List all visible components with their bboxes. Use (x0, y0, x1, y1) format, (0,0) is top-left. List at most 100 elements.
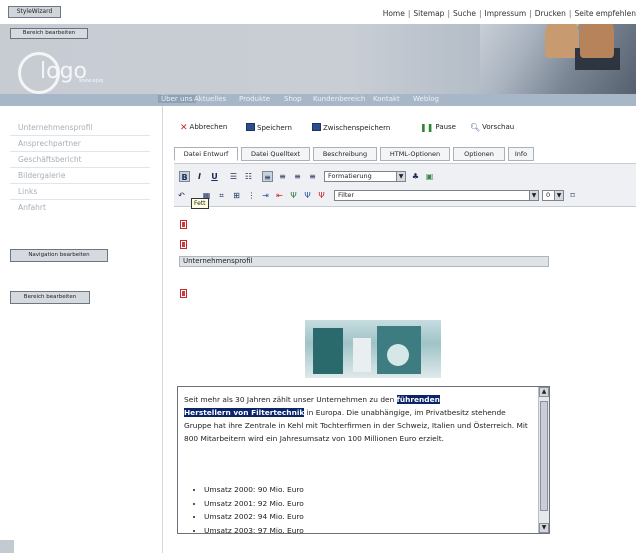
tab-options[interactable]: Optionen (453, 147, 505, 161)
site-header: Bereich bearbeiten logo www.epiq (0, 24, 636, 94)
delete-row-icon[interactable]: Ψ (302, 190, 313, 201)
preview-button[interactable]: 🔍︎ Vorschau (470, 123, 515, 132)
edit-marker-icon[interactable] (180, 220, 187, 229)
main-nav-products[interactable]: Produkte (239, 95, 270, 103)
revenue-list: Umsatz 2000: 90 Mio. Euro Umsatz 2001: 9… (204, 483, 304, 534)
tab-description[interactable]: Beschreibung (313, 147, 377, 161)
sidebar-item-contacts[interactable]: Ansprechpartner (18, 139, 81, 148)
edit-area-button[interactable]: Bereich bearbeiten (10, 291, 90, 304)
cell-icon[interactable]: ⌗ (216, 190, 227, 201)
pause-button[interactable]: ❚❚ Pause (420, 123, 456, 132)
save-button[interactable]: Speichern (246, 123, 292, 132)
header-photo-person (545, 24, 579, 58)
size-select[interactable]: 0 ▼ (542, 190, 564, 201)
vertical-scrollbar[interactable]: ▲ ▼ (538, 387, 549, 533)
top-nav-impressum[interactable]: Impressum (485, 9, 527, 18)
image-shape (353, 338, 371, 372)
sidebar-item-annual-report[interactable]: Geschäftsbericht (18, 155, 82, 164)
rich-text-editor[interactable]: Seit mehr als 30 Jahren zählt unser Unte… (177, 386, 550, 534)
image-icon[interactable]: ▣ (424, 171, 435, 182)
align-justify-icon[interactable]: ≡ (307, 171, 318, 182)
image-shape (387, 344, 409, 366)
unordered-list-icon[interactable]: ☷ (243, 171, 254, 182)
filter-select[interactable]: Filter ▼ (334, 190, 539, 201)
save-label: Speichern (257, 124, 292, 132)
pause-icon: ❚❚ (420, 123, 434, 132)
floppy-disk-icon (312, 123, 321, 131)
edit-area-button[interactable]: Bereich bearbeiten (10, 28, 88, 39)
scroll-thumb[interactable] (540, 401, 548, 511)
stylewizard-button[interactable]: StyleWizard (8, 6, 61, 18)
top-nav-sitemap[interactable]: Sitemap (413, 9, 444, 18)
formatting-select[interactable]: Formatierung ▼ (324, 171, 406, 182)
divider (10, 199, 150, 200)
list-item: Umsatz 2003: 97 Mio. Euro (204, 524, 304, 534)
chevron-down-icon: ▼ (396, 172, 405, 181)
tooltip: Fett (191, 198, 209, 209)
filter-select-value: Filter (338, 191, 355, 199)
delete-cell-icon[interactable]: Ψ (316, 190, 327, 201)
main-nav-contact[interactable]: Kontakt (373, 95, 400, 103)
edit-marker-icon[interactable] (180, 240, 187, 249)
split-cell-icon[interactable]: Ψ (288, 190, 299, 201)
preview-label: Vorschau (482, 123, 515, 131)
scroll-up-icon[interactable]: ▲ (539, 387, 549, 397)
tab-design[interactable]: Datei Entwurf (174, 147, 238, 161)
divider (10, 135, 150, 136)
sidebar-item-directions[interactable]: Anfahrt (18, 203, 46, 212)
align-left-icon[interactable]: ≡ (262, 171, 273, 182)
editor-paragraph: Seit mehr als 30 Jahren zählt unser Unte… (184, 393, 534, 445)
insert-column-icon[interactable]: ⋮ (246, 190, 257, 201)
bold-button[interactable]: B (179, 171, 190, 182)
italic-button[interactable]: I (194, 171, 205, 182)
undo-icon[interactable]: ↶ (176, 190, 187, 201)
divider (10, 183, 150, 184)
fullscreen-icon[interactable]: ⌑ (567, 190, 578, 201)
edit-marker-icon[interactable] (180, 289, 187, 298)
cancel-x-icon: ✕ (180, 123, 188, 133)
size-select-value: 0 (546, 191, 551, 199)
tab-html-options[interactable]: HTML-Optionen (380, 147, 450, 161)
insert-row-icon[interactable]: ⇥ (260, 190, 271, 201)
magnifier-icon: 🔍︎ (470, 123, 481, 132)
tab-source[interactable]: Datei Quelltext (241, 147, 310, 161)
cancel-button[interactable]: ✕ Abbrechen (180, 123, 227, 133)
pause-label: Pause (435, 123, 456, 131)
edit-navigation-button[interactable]: Navigation bearbeiten (10, 249, 108, 262)
floppy-disk-icon (246, 123, 255, 131)
top-nav-recommend[interactable]: Seite empfehlen (574, 9, 636, 18)
divider (10, 167, 150, 168)
main-nav-shop[interactable]: Shop (284, 95, 302, 103)
content-image[interactable] (305, 320, 441, 378)
align-center-icon[interactable]: ≡ (277, 171, 288, 182)
main-nav-weblog[interactable]: Weblog (413, 95, 439, 103)
format-toolbar: B I U ☰ ☷ ≡ ≡ ≡ ≡ Formatierung ▼ ♣ ▣ ↶ ▦ … (174, 163, 636, 207)
footer-strip (0, 540, 14, 553)
ordered-list-icon[interactable]: ☰ (228, 171, 239, 182)
sidebar-item-links[interactable]: Links (18, 187, 37, 196)
align-right-icon[interactable]: ≡ (292, 171, 303, 182)
top-nav-print[interactable]: Drucken (535, 9, 566, 18)
highlighted-text: Herstellern von Filtertechnik (184, 408, 305, 417)
top-nav-home[interactable]: Home (383, 9, 405, 18)
main-nav-news[interactable]: Aktuelles (194, 95, 226, 103)
sidebar-item-gallery[interactable]: Bildergalerie (18, 171, 65, 180)
main-nav-about[interactable]: Über uns (158, 95, 196, 103)
main-nav-customer-area[interactable]: Kundenbereich (313, 95, 365, 103)
sidebar: Unternehmensprofil Ansprechpartner Gesch… (0, 106, 163, 553)
chevron-down-icon: ▼ (554, 191, 563, 200)
sidebar-item-company-profile[interactable]: Unternehmensprofil (18, 123, 93, 132)
list-item: Umsatz 2000: 90 Mio. Euro (204, 483, 304, 497)
section-title-bar[interactable]: Unternehmensprofil (179, 256, 549, 267)
underline-button[interactable]: U (209, 171, 220, 182)
paragraph-text: Seit mehr als 30 Jahren zählt unser Unte… (184, 395, 397, 404)
delete-column-icon[interactable]: ⇤ (274, 190, 285, 201)
list-item: Umsatz 2001: 92 Mio. Euro (204, 497, 304, 511)
top-nav-search[interactable]: Suche (453, 9, 476, 18)
intermediate-save-button[interactable]: Zwischenspeichern (312, 123, 390, 132)
merge-cells-icon[interactable]: ⊞ (231, 190, 242, 201)
scroll-down-icon[interactable]: ▼ (539, 523, 549, 533)
list-item: Umsatz 2002: 94 Mio. Euro (204, 510, 304, 524)
tab-info[interactable]: Info (508, 147, 534, 161)
print-icon[interactable]: ♣ (410, 171, 421, 182)
